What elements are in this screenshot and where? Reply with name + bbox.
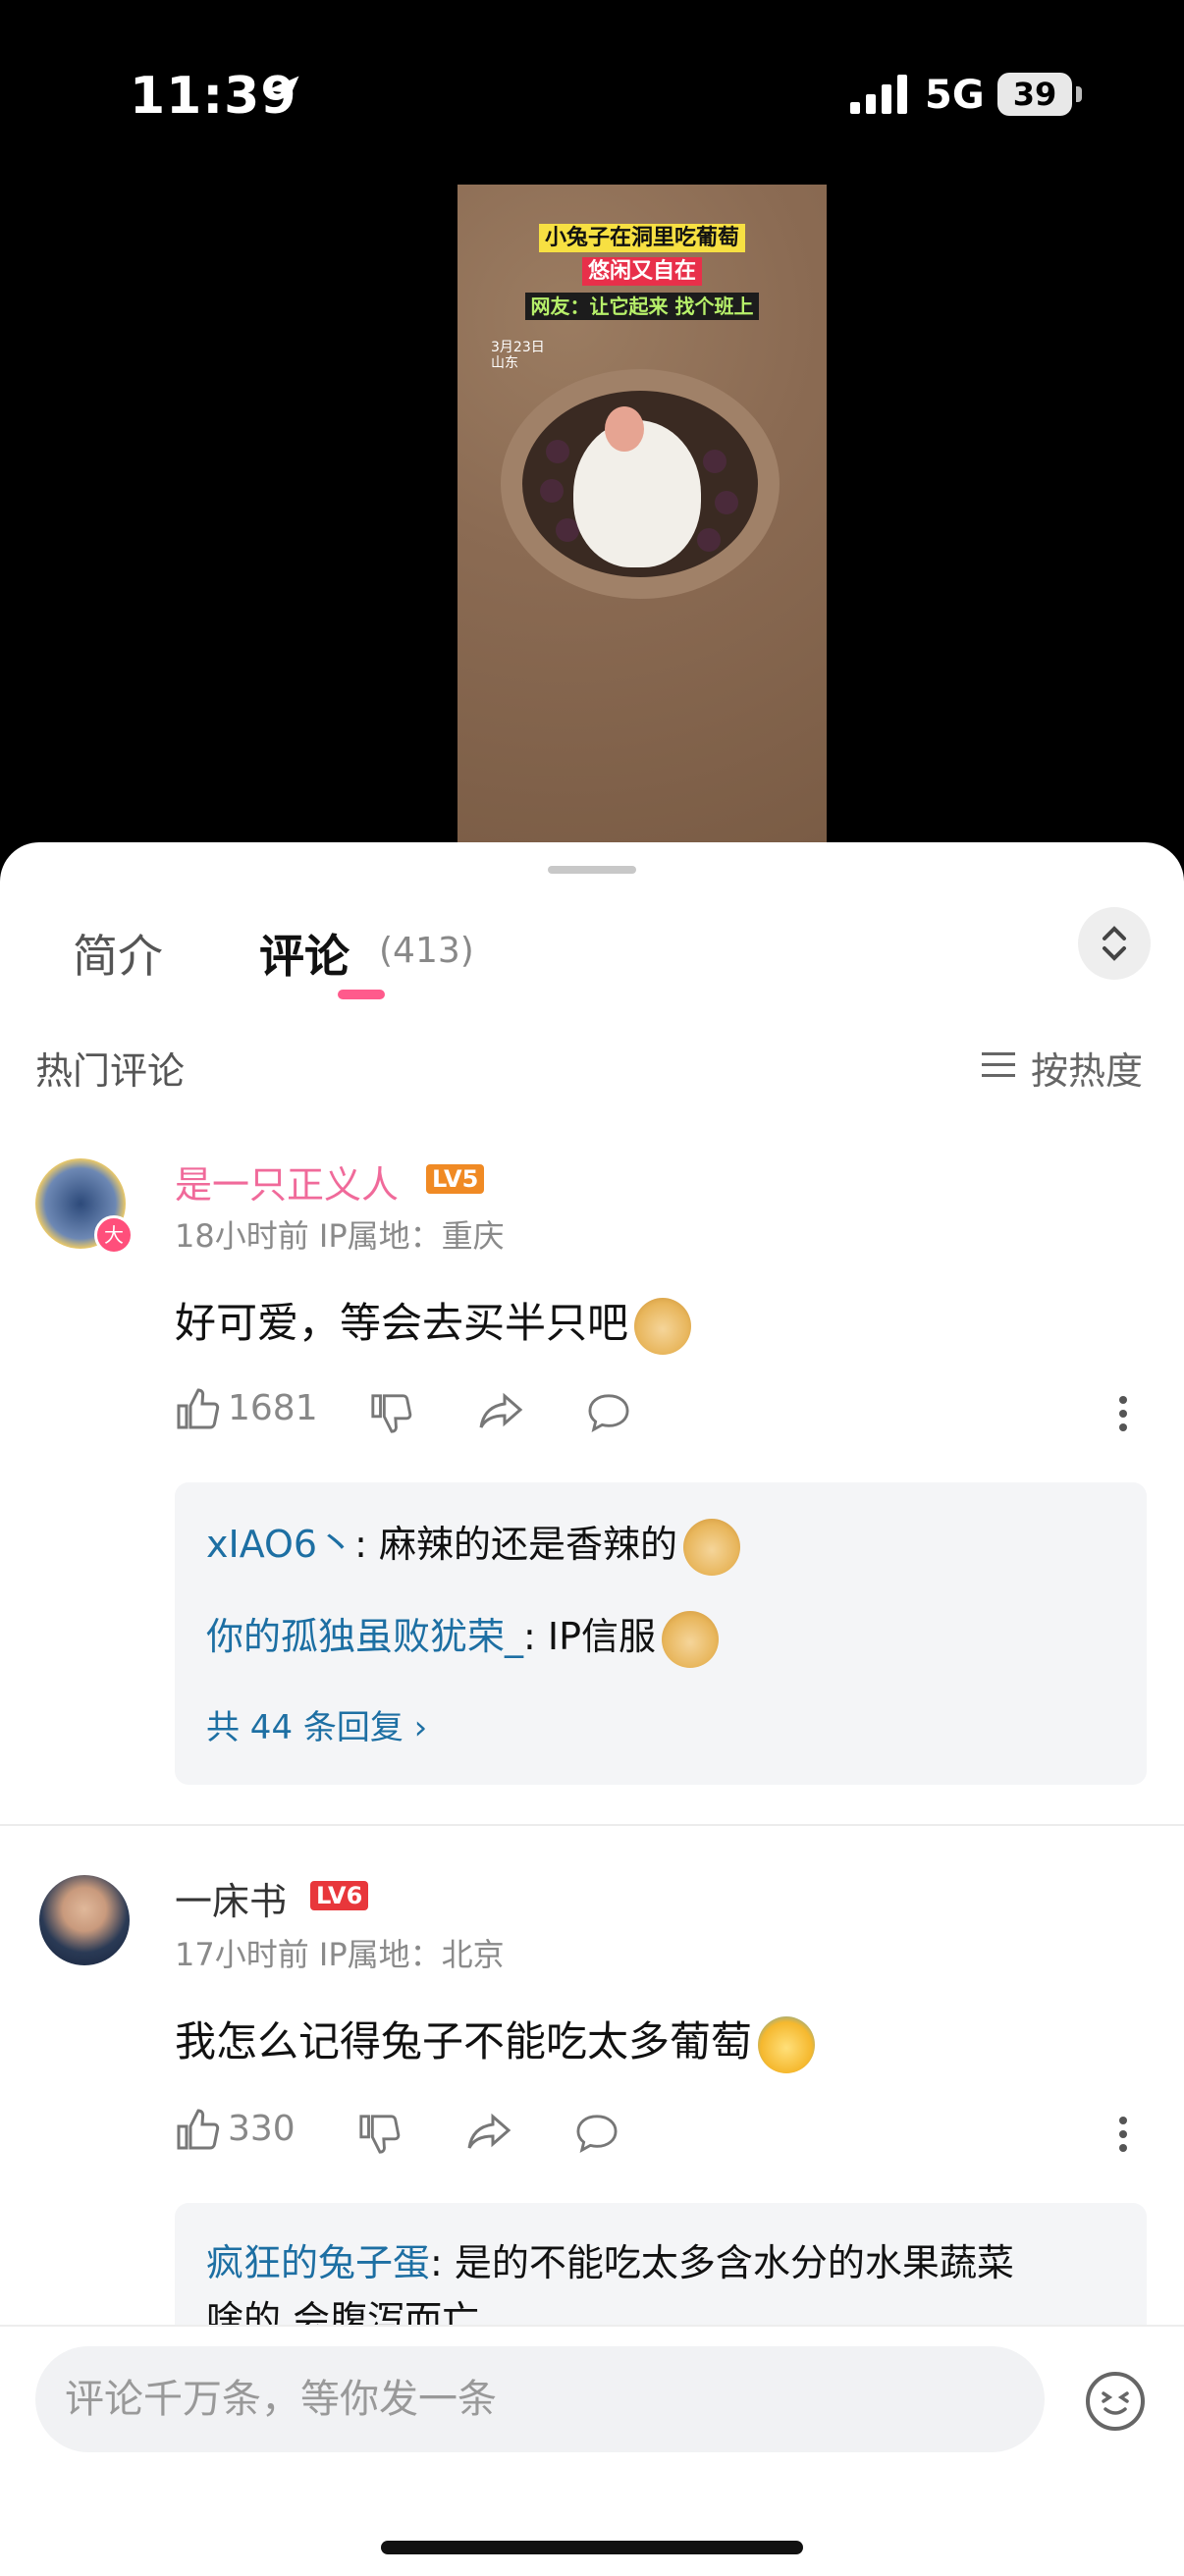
comment-count: (413) [379,931,474,971]
reply-icon[interactable] [585,1392,632,1433]
grape [546,440,569,463]
comment-meta: 18小时前 IP属地：重庆 [175,1217,505,1255]
hot-comments-label: 热门评论 [35,1049,186,1093]
reply-username: xIAO6丶 [206,1523,355,1566]
video-caption-1: 小兔子在洞里吃葡萄 [457,220,827,252]
tab-intro[interactable]: 简介 [73,921,163,986]
avatar-badge: 大 [94,1215,134,1255]
drag-handle[interactable] [548,866,636,874]
sort-by-hot-button[interactable]: 按热度 [1031,1041,1143,1095]
comment-meta: 17小时前 IP属地：北京 [175,1936,505,1973]
comment-divider [0,1824,1184,1826]
reply-icon[interactable] [573,2113,620,2154]
signal-icon [850,75,907,114]
doge-emoji-icon [634,1297,692,1355]
reply-item[interactable]: xIAO6丶: 麻辣的还是香辣的 [206,1514,741,1576]
comment-username[interactable]: 一床书 [175,1871,287,1925]
video-caption-2: 悠闲又自在 [457,253,827,286]
tab-comments[interactable]: 评论 [259,921,350,986]
network-type: 5G [925,73,985,118]
status-bar: 11:39 5G 39 [0,0,1184,187]
comment-input-bar: 评论千万条，等你发一条 [0,2325,1184,2576]
doge-emoji-icon [662,1610,720,1668]
video-caption-3: 网友：让它起来 找个班上 [457,291,827,320]
comment-username[interactable]: 是一只正义人 [175,1154,399,1208]
expand-collapse-button[interactable] [1078,907,1151,980]
reply-username: 你的孤独虽败犹荣_ [206,1615,524,1658]
dislike-icon[interactable] [357,2111,403,2156]
tab-active-indicator [338,990,385,999]
comment-input[interactable]: 评论千万条，等你发一条 [35,2346,1045,2452]
location-arrow-icon [266,76,299,109]
comment-text: 好可爱，等会去买半只吧 [175,1290,692,1355]
reply-username: 疯狂的兔子蛋 [206,2241,431,2284]
sort-icon[interactable] [982,1050,1017,1080]
reply-item[interactable]: 你的孤独虽败犹荣_: IP信服 [206,1606,720,1668]
share-icon[interactable] [465,2113,512,2152]
view-all-replies-link[interactable]: 共 44 条回复 › [206,1700,427,1748]
like-count: 1681 [228,1388,318,1428]
grape [715,491,738,514]
video-date: 3月23日 山东 [491,340,545,371]
more-options-icon[interactable] [1117,2115,1129,2154]
chevron-up-down-icon [1103,926,1126,961]
reply-item[interactable]: 疯狂的兔子蛋: 是的不能吃太多含水分的水果蔬菜 [206,2232,1014,2286]
level-badge: LV6 [310,1881,369,1910]
avatar[interactable] [39,1875,130,1965]
battery-tip [1076,86,1082,102]
share-icon[interactable] [477,1392,524,1431]
doge-emoji-icon [683,1518,741,1576]
home-indicator [381,2541,803,2554]
grape [703,450,727,473]
grape [540,479,564,503]
rabbit-ear [605,406,644,452]
dislike-icon[interactable] [369,1390,414,1435]
battery-icon: 39 [997,73,1072,116]
like-count: 330 [228,2109,296,2149]
grape [697,528,721,552]
video-player[interactable]: 小兔子在洞里吃葡萄 悠闲又自在 网友：让它起来 找个班上 3月23日 山东 [457,185,827,844]
like-icon[interactable] [175,2107,222,2154]
emoji-icon[interactable] [1084,2370,1147,2433]
reply-preview-box[interactable]: xIAO6丶: 麻辣的还是香辣的 你的孤独虽败犹荣_: IP信服 共 44 条回… [175,1482,1147,1785]
crying-emoji-icon [758,2015,816,2073]
like-icon[interactable] [175,1386,222,1433]
more-options-icon[interactable] [1117,1394,1129,1433]
comments-sheet: 简介 评论 (413) 热门评论 按热度 大 是一只正义人 LV5 18小时前 … [0,842,1184,2576]
comment-text: 我怎么记得兔子不能吃太多葡萄 [175,2009,816,2073]
level-badge: LV5 [426,1164,485,1194]
